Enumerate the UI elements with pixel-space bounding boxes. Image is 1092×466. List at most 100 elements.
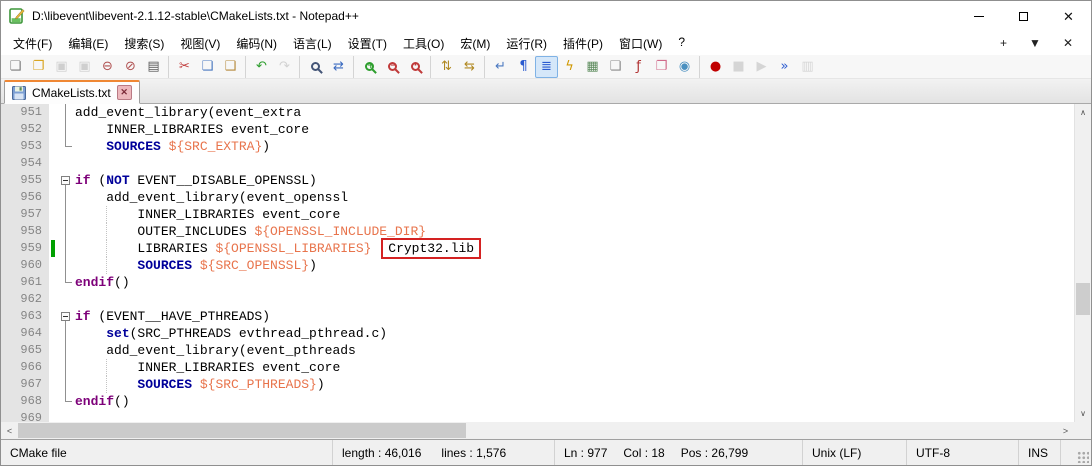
zoom-out-button[interactable]: − [381,56,404,78]
undo-button[interactable]: ↶ [250,56,273,78]
show-all-characters-button[interactable]: ¶ [512,56,535,78]
code-text[interactable]: OUTER_INCLUDES ${OPENSSL_INCLUDE_DIR} [73,223,1074,240]
code-line-968[interactable]: 968endif() [1,393,1074,410]
copy-button[interactable]: ❏ [196,56,219,78]
maximize-button[interactable] [1001,1,1046,31]
code-text[interactable]: SOURCES ${SRC_OPENSSL}) [73,257,1074,274]
macro-record-button[interactable]: ● [704,56,727,78]
scroll-down-arrow[interactable]: ∨ [1075,405,1091,422]
zoom-in-button[interactable]: + [358,56,381,78]
code-line-959[interactable]: 959 LIBRARIES ${OPENSSL_LIBRARIES} Crypt… [1,240,1074,257]
code-text[interactable]: INNER_LIBRARIES event_core [73,359,1074,376]
horizontal-scrollbar-thumb[interactable] [18,423,466,438]
code-text[interactable]: SOURCES ${SRC_PTHREADS}) [73,376,1074,393]
document-switcher-button[interactable]: ❏ [604,56,627,78]
user-defined-dialog-button[interactable]: ϟ [558,56,581,78]
new-tab-button[interactable]: + [1000,36,1007,50]
menu-item-7[interactable]: 工具(O) [395,32,452,55]
code-text[interactable]: if (EVENT__HAVE_PTHREADS) [73,308,1074,325]
menu-item-6[interactable]: 设置(T) [340,32,395,55]
code-line-965[interactable]: 965 add_event_library(event_pthreads [1,342,1074,359]
code-line-969[interactable]: 969 [1,410,1074,422]
code-text[interactable]: set(SRC_PTHREADS evthread_pthread.c) [73,325,1074,342]
code-line-954[interactable]: 954 [1,155,1074,172]
editor[interactable]: 951add_event_library(event_extra952 INNE… [1,104,1091,422]
function-list-button[interactable]: ƒ [627,56,650,78]
replace-button[interactable]: ⇄ [327,56,350,78]
tab-cmakelists[interactable]: CMakeLists.txt ✕ [4,80,140,104]
paste-button[interactable]: ❑ [219,56,242,78]
tab-list-button[interactable]: ▼ [1029,36,1041,50]
code-text[interactable]: LIBRARIES ${OPENSSL_LIBRARIES} Crypt32.l… [73,240,1074,257]
code-text[interactable]: add_event_library(event_openssl [73,189,1074,206]
code-text[interactable]: INNER_LIBRARIES event_core [73,206,1074,223]
code-line-953[interactable]: 953 SOURCES ${SRC_EXTRA}) [1,138,1074,155]
code-line-957[interactable]: 957 INNER_LIBRARIES event_core [1,206,1074,223]
scroll-right-arrow[interactable]: > [1057,422,1074,439]
scroll-up-arrow[interactable]: ∧ [1075,104,1091,121]
menu-item-12[interactable]: ? [670,32,693,55]
code-text[interactable]: add_event_library(event_pthreads [73,342,1074,359]
code-line-951[interactable]: 951add_event_library(event_extra [1,104,1074,121]
code-line-961[interactable]: 961endif() [1,274,1074,291]
sync-vertical-scroll-button[interactable]: ⇅ [435,56,458,78]
code-line-960[interactable]: 960 SOURCES ${SRC_OPENSSL}) [1,257,1074,274]
minimize-button[interactable] [956,1,1001,31]
close-file-button[interactable]: ⊖ [96,56,119,78]
code-text[interactable]: endif() [73,274,1074,291]
code-line-955[interactable]: 955if (NOT EVENT__DISABLE_OPENSSL) [1,172,1074,189]
cut-button[interactable]: ✂ [173,56,196,78]
menu-item-0[interactable]: 文件(F) [5,32,60,55]
sync-horizontal-scroll-button[interactable]: ⇆ [458,56,481,78]
code-text[interactable]: add_event_library(event_extra [73,104,1074,121]
code-line-952[interactable]: 952 INNER_LIBRARIES event_core [1,121,1074,138]
resize-grip[interactable] [1061,440,1091,465]
code-text[interactable] [73,291,1074,308]
menu-item-2[interactable]: 搜索(S) [116,32,172,55]
folder-as-workspace-button[interactable]: ❐ [650,56,673,78]
fold-collapse-marker[interactable] [59,308,73,325]
code-line-963[interactable]: 963if (EVENT__HAVE_PTHREADS) [1,308,1074,325]
monitoring-button[interactable]: ◉ [673,56,696,78]
code-text[interactable]: SOURCES ${SRC_EXTRA}) [73,138,1074,155]
code-line-967[interactable]: 967 SOURCES ${SRC_PTHREADS}) [1,376,1074,393]
horizontal-scrollbar[interactable]: < > [1,422,1074,439]
vertical-scrollbar-thumb[interactable] [1076,283,1090,315]
menu-item-5[interactable]: 语言(L) [285,32,340,55]
menu-item-4[interactable]: 编码(N) [228,32,285,55]
menu-item-11[interactable]: 窗口(W) [611,32,670,55]
fold-collapse-marker[interactable] [59,172,73,189]
code-text[interactable] [73,155,1074,172]
redo-button[interactable]: ↷ [273,56,296,78]
menu-item-10[interactable]: 插件(P) [555,32,611,55]
close-all-button[interactable]: ⊘ [119,56,142,78]
macro-run-multiple-button[interactable]: » [773,56,796,78]
menu-item-8[interactable]: 宏(M) [452,32,498,55]
word-wrap-button[interactable]: ↵ [489,56,512,78]
menu-item-1[interactable]: 编辑(E) [60,32,116,55]
macro-play-button[interactable]: ▶ [750,56,773,78]
show-indent-guide-button[interactable]: ≣ [535,56,558,78]
save-file-button[interactable]: ▣ [50,56,73,78]
code-line-964[interactable]: 964 set(SRC_PTHREADS evthread_pthread.c) [1,325,1074,342]
new-file-button[interactable]: ❏ [4,56,27,78]
code-text[interactable]: endif() [73,393,1074,410]
code-line-962[interactable]: 962 [1,291,1074,308]
code-area[interactable]: 951add_event_library(event_extra952 INNE… [1,104,1074,422]
vertical-scrollbar[interactable]: ∧ ∨ [1074,104,1091,422]
tab-close-button[interactable]: ✕ [117,85,132,100]
code-line-956[interactable]: 956 add_event_library(event_openssl [1,189,1074,206]
restore-zoom-button[interactable]: · [404,56,427,78]
close-tab-button[interactable]: ✕ [1063,36,1073,50]
print-button[interactable]: ▤ [142,56,165,78]
code-line-958[interactable]: 958 OUTER_INCLUDES ${OPENSSL_INCLUDE_DIR… [1,223,1074,240]
macro-save-button[interactable]: ▥ [796,56,819,78]
document-map-button[interactable]: ▦ [581,56,604,78]
save-all-button[interactable]: ▣ [73,56,96,78]
menu-item-9[interactable]: 运行(R) [498,32,555,55]
menu-item-3[interactable]: 视图(V) [172,32,228,55]
find-button[interactable] [304,56,327,78]
code-text[interactable]: INNER_LIBRARIES event_core [73,121,1074,138]
open-file-button[interactable]: ❐ [27,56,50,78]
code-line-966[interactable]: 966 INNER_LIBRARIES event_core [1,359,1074,376]
